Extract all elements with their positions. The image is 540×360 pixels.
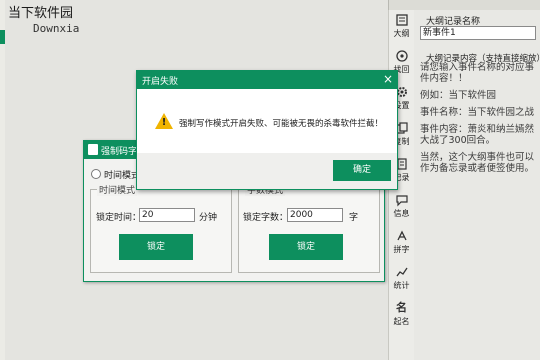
error-title-bar[interactable]: 开启失败 × <box>137 71 397 89</box>
toolbar-spell-button[interactable]: 拼字 <box>389 226 414 262</box>
time-unit-label: 分钟 <box>199 213 218 223</box>
launch-failed-dialog: 开启失败 × ! 强制写作模式开启失败、可能被无畏的杀毒软件拦截！ 确定 <box>136 70 398 190</box>
document-icon <box>88 144 98 155</box>
error-footer: 确定 <box>137 153 397 189</box>
outline-record-panel: 大纲记录名称 新事件1 大纲记录内容（支持直接缩放） 请您输入事件名称的对应事件… <box>414 10 540 360</box>
count-unit-label: 字 <box>349 213 359 223</box>
book-icon <box>395 13 409 27</box>
toolbar-info-label: 信息 <box>393 209 410 218</box>
confirm-button[interactable]: 确定 <box>333 160 391 181</box>
content-line: 请您输入事件名称的对应事件内容！！ <box>420 62 535 84</box>
toolbar-stats-label: 统计 <box>393 281 410 290</box>
lock-time-input[interactable]: 20 <box>139 208 195 222</box>
record-content-textarea[interactable]: 请您输入事件名称的对应事件内容！！ 例如：当下软件园 事件名称：当下软件园之战 … <box>420 62 538 360</box>
dialog-title: 强制码字 <box>101 147 138 157</box>
name-icon: 名 <box>396 301 407 314</box>
document-body-text: Downxia <box>33 22 80 35</box>
record-name-input[interactable]: 新事件1 <box>420 26 536 40</box>
error-title: 开启失败 <box>142 77 179 87</box>
toolbar-outline-label: 大纲 <box>393 29 410 38</box>
content-line: 例如：当下软件园 <box>420 90 497 101</box>
time-mode-legend: 时间模式 <box>97 183 138 196</box>
toolbar-spell-label: 拼字 <box>393 245 410 254</box>
lock-count-input[interactable]: 2000 <box>287 208 343 222</box>
lock-count-label: 锁定字数： <box>243 213 289 223</box>
content-line: 事件名称：当下软件园之战 <box>420 107 535 118</box>
lock-time-label: 锁定时间： <box>96 213 142 223</box>
document-title: 当下软件园 <box>8 6 74 21</box>
toolbar-info-button[interactable]: 信息 <box>389 190 414 226</box>
content-line: 当然，这个大纲事件也可以作为备忘录或者便签使用。 <box>420 152 535 174</box>
toolbar-stats-button[interactable]: 统计 <box>389 262 414 298</box>
toolbar-naming-label: 起名 <box>393 317 410 326</box>
error-message: 强制写作模式开启失败、可能被无畏的杀毒软件拦截！ <box>179 119 384 129</box>
chart-icon <box>395 265 409 279</box>
spell-icon <box>395 229 409 243</box>
time-mode-radio[interactable] <box>91 169 101 179</box>
count-lock-button[interactable]: 锁定 <box>269 234 343 260</box>
time-mode-radio-label: 时间模式 <box>104 171 141 181</box>
toolbar-naming-button[interactable]: 名 起名 <box>389 298 414 334</box>
info-icon <box>395 193 409 207</box>
close-icon[interactable]: × <box>381 72 395 86</box>
toolbar-outline-button[interactable]: 大纲 <box>389 10 414 46</box>
time-mode-group: 时间模式 锁定时间： 20 分钟 锁定 <box>90 183 232 273</box>
word-count-mode-group: 字数模式 锁定字数： 2000 字 锁定 <box>238 183 380 273</box>
time-lock-button[interactable]: 锁定 <box>119 234 193 260</box>
content-line: 事件内容：萧炎和纳兰嫣然大战了300回合。 <box>420 124 535 146</box>
restore-icon <box>395 49 409 63</box>
warning-exclamation: ! <box>161 117 167 128</box>
